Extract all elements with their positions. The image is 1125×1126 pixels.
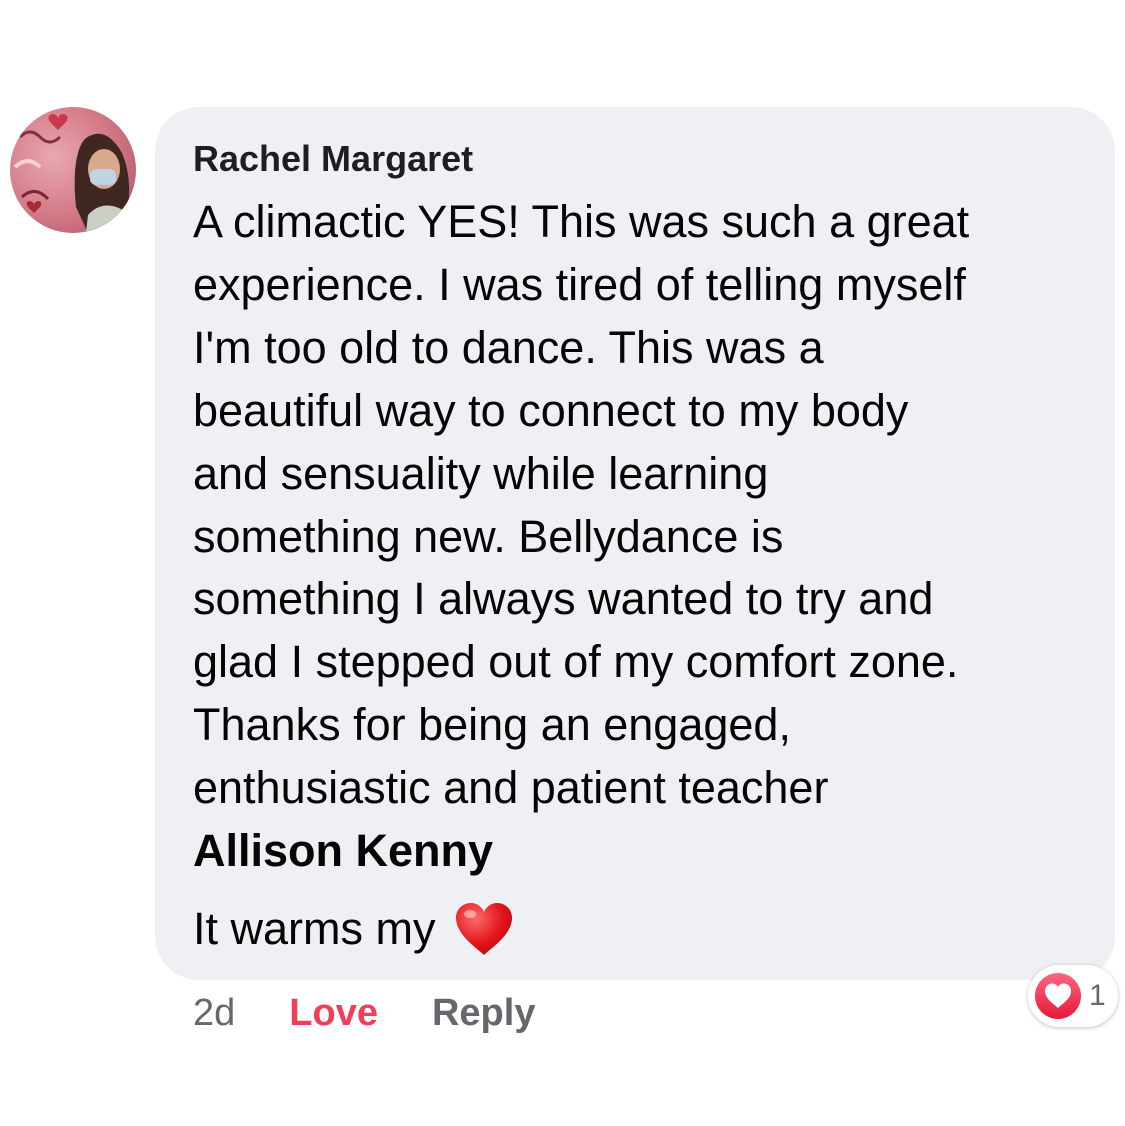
heart-emoji-icon	[455, 903, 512, 956]
reaction-count: 1	[1089, 979, 1106, 1012]
comment-timestamp[interactable]: 2d	[193, 992, 235, 1035]
avatar[interactable]	[10, 107, 136, 233]
comment-actions: 2d Love Reply	[193, 988, 535, 1038]
comment-closing-text: It warms my	[193, 903, 436, 955]
profile-photo	[10, 107, 136, 233]
comment-text: A climactic YES! This was such a great e…	[193, 196, 970, 814]
comment-author[interactable]: Rachel Margaret	[193, 137, 1085, 181]
comment-bubble: Rachel Margaret A climactic YES! This wa…	[155, 107, 1115, 980]
comment-closing-line: It warms my	[193, 898, 1085, 960]
reaction-summary[interactable]: 1	[1028, 965, 1118, 1027]
love-button[interactable]: Love	[289, 992, 378, 1035]
love-reaction-icon	[1035, 973, 1081, 1019]
reply-button[interactable]: Reply	[432, 992, 535, 1035]
mention-tag[interactable]: Allison Kenny	[193, 820, 1085, 882]
